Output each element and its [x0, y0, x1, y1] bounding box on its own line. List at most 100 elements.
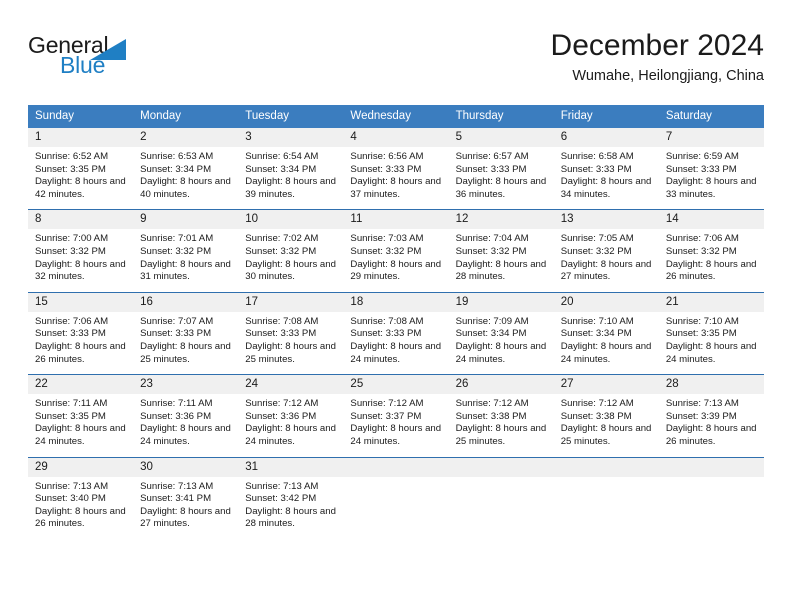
- calendar-day-cell[interactable]: 29 Sunrise: 7:13 AM Sunset: 3:40 PM Dayligh…: [28, 456, 134, 539]
- day-number: 28: [658, 375, 764, 395]
- day-details: Sunrise: 7:09 AM Sunset: 3:34 PM Daylight:…: [449, 312, 554, 374]
- sunrise-text: Sunrise: 7:09 AM: [455, 315, 529, 327]
- daylight-text: Daylight: 8 hours and 34 minutes.: [560, 176, 652, 200]
- day-number: 3: [238, 128, 344, 147]
- day-details: Sunrise: 7:02 AM Sunset: 3:32 PM Daylight:…: [238, 229, 343, 291]
- day-number: 24: [238, 375, 344, 395]
- day-number: 26: [448, 375, 554, 395]
- calendar-day-cell[interactable]: 25 Sunrise: 7:12 AM Sunset: 3:37 PM Dayligh…: [343, 374, 449, 457]
- day-details: Sunrise: 7:11 AM Sunset: 3:35 PM Daylight:…: [28, 394, 133, 456]
- day-details: Sunrise: 7:13 AM Sunset: 3:41 PM Daylight:…: [133, 477, 238, 539]
- sunrise-text: Sunrise: 7:12 AM: [455, 398, 529, 410]
- daylight-text: Daylight: 8 hours and 26 minutes.: [665, 423, 757, 447]
- sunset-text: Sunset: 3:39 PM: [665, 410, 737, 422]
- day-details: Sunrise: 7:08 AM Sunset: 3:33 PM Daylight:…: [238, 312, 343, 374]
- calendar-day-cell-empty: [553, 456, 659, 539]
- day-details: Sunrise: 7:10 AM Sunset: 3:34 PM Daylight:…: [554, 312, 659, 374]
- calendar-day-cell[interactable]: 21 Sunrise: 7:10 AM Sunset: 3:35 PM Dayligh…: [658, 291, 764, 375]
- day-details: Sunrise: 6:58 AM Sunset: 3:33 PM Daylight:…: [554, 147, 659, 209]
- daylight-text: Daylight: 8 hours and 25 minutes.: [245, 340, 336, 365]
- daylight-text: Daylight: 8 hours and 26 minutes.: [665, 258, 757, 283]
- calendar-day-cell[interactable]: 23 Sunrise: 7:11 AM Sunset: 3:36 PM Dayligh…: [133, 374, 239, 457]
- calendar-day-cell[interactable]: 5 Sunrise: 6:57 AM Sunset: 3:33 PM Daylight…: [448, 128, 554, 210]
- calendar-day-cell[interactable]: 31 Sunrise: 7:13 AM Sunset: 3:42 PM Dayligh…: [238, 456, 344, 539]
- calendar-day-cell[interactable]: 18 Sunrise: 7:08 AM Sunset: 3:33 PM Dayligh…: [343, 291, 449, 375]
- sunset-text: Sunset: 3:38 PM: [455, 410, 527, 422]
- sunset-text: Sunset: 3:32 PM: [140, 245, 212, 257]
- calendar-day-cell[interactable]: 9 Sunrise: 7:01 AM Sunset: 3:32 PM Daylight…: [133, 209, 239, 293]
- calendar-day-cell[interactable]: 17 Sunrise: 7:08 AM Sunset: 3:33 PM Dayligh…: [238, 291, 344, 375]
- day-number: 9: [133, 210, 239, 230]
- calendar-day-cell[interactable]: 10 Sunrise: 7:02 AM Sunset: 3:32 PM Dayligh…: [238, 209, 344, 293]
- calendar-day-cell[interactable]: 26 Sunrise: 7:12 AM Sunset: 3:38 PM Dayligh…: [448, 374, 554, 457]
- calendar-day-cell[interactable]: 28 Sunrise: 7:13 AM Sunset: 3:39 PM Dayligh…: [658, 374, 764, 457]
- sunrise-text: Sunrise: 6:57 AM: [455, 151, 529, 162]
- day-details: Sunrise: 7:00 AM Sunset: 3:32 PM Daylight:…: [28, 229, 133, 291]
- calendar-day-cell[interactable]: 11 Sunrise: 7:03 AM Sunset: 3:32 PM Dayligh…: [343, 209, 449, 293]
- day-details: Sunrise: 7:12 AM Sunset: 3:38 PM Daylight:…: [449, 394, 554, 456]
- day-number: 6: [553, 128, 659, 147]
- sunrise-text: Sunrise: 6:54 AM: [245, 151, 319, 162]
- page-title: December 2024: [550, 29, 764, 62]
- daylight-text: Daylight: 8 hours and 33 minutes.: [665, 176, 757, 200]
- day-details: Sunrise: 7:12 AM Sunset: 3:38 PM Daylight:…: [554, 394, 659, 456]
- calendar-day-cell[interactable]: 16 Sunrise: 7:07 AM Sunset: 3:33 PM Dayligh…: [133, 291, 239, 375]
- weekday-header-sunday: Sunday: [28, 105, 134, 128]
- day-details: [554, 477, 659, 539]
- day-number: 27: [553, 375, 659, 395]
- calendar-day-cell[interactable]: 15 Sunrise: 7:06 AM Sunset: 3:33 PM Dayligh…: [28, 291, 134, 375]
- daylight-text: Daylight: 8 hours and 36 minutes.: [455, 176, 547, 200]
- sunset-text: Sunset: 3:37 PM: [350, 410, 422, 422]
- day-number: 17: [238, 292, 344, 312]
- daylight-text: Daylight: 8 hours and 24 minutes.: [140, 423, 231, 447]
- calendar-day-cell[interactable]: 22 Sunrise: 7:11 AM Sunset: 3:35 PM Dayligh…: [28, 374, 134, 457]
- sunset-text: Sunset: 3:34 PM: [245, 163, 317, 175]
- day-number: 19: [448, 292, 554, 312]
- day-details: [659, 477, 764, 539]
- daylight-text: Daylight: 8 hours and 39 minutes.: [245, 176, 336, 200]
- calendar-day-cell[interactable]: 27 Sunrise: 7:12 AM Sunset: 3:38 PM Dayligh…: [553, 374, 659, 457]
- sunset-text: Sunset: 3:35 PM: [35, 163, 106, 175]
- day-number: 23: [133, 375, 239, 395]
- day-number: 11: [343, 210, 449, 230]
- daylight-text: Daylight: 8 hours and 25 minutes.: [455, 423, 547, 447]
- sunrise-text: Sunrise: 7:07 AM: [140, 315, 214, 327]
- daylight-text: Daylight: 8 hours and 26 minutes.: [35, 505, 126, 530]
- calendar-day-cell[interactable]: 20 Sunrise: 7:10 AM Sunset: 3:34 PM Dayligh…: [553, 291, 659, 375]
- sunrise-text: Sunrise: 7:12 AM: [350, 398, 424, 410]
- calendar-day-cell[interactable]: 24 Sunrise: 7:12 AM Sunset: 3:36 PM Dayligh…: [238, 374, 344, 457]
- calendar-day-cell[interactable]: 13 Sunrise: 7:05 AM Sunset: 3:32 PM Dayligh…: [553, 209, 659, 293]
- calendar-day-cell[interactable]: 30 Sunrise: 7:13 AM Sunset: 3:41 PM Dayligh…: [133, 456, 239, 539]
- calendar-day-cell[interactable]: 2 Sunrise: 6:53 AM Sunset: 3:34 PM Daylight…: [133, 128, 239, 210]
- calendar-day-cell[interactable]: 4 Sunrise: 6:56 AM Sunset: 3:33 PM Daylight…: [343, 128, 449, 210]
- sunset-text: Sunset: 3:33 PM: [140, 328, 212, 340]
- day-number: 2: [133, 128, 239, 147]
- calendar-day-cell[interactable]: 6 Sunrise: 6:58 AM Sunset: 3:33 PM Daylight…: [553, 128, 659, 210]
- calendar-week-row: 8 Sunrise: 7:00 AM Sunset: 3:32 PM Daylight…: [28, 209, 764, 293]
- logo-text-blue: Blue: [60, 52, 106, 78]
- calendar-day-cell[interactable]: 7 Sunrise: 6:59 AM Sunset: 3:33 PM Daylight…: [658, 128, 764, 210]
- sunrise-text: Sunrise: 7:08 AM: [245, 315, 319, 327]
- weekday-header-saturday: Saturday: [658, 105, 764, 128]
- weekday-header-thursday: Thursday: [448, 105, 554, 128]
- calendar-day-cell[interactable]: 3 Sunrise: 6:54 AM Sunset: 3:34 PM Daylight…: [238, 128, 344, 210]
- calendar-day-cell[interactable]: 8 Sunrise: 7:00 AM Sunset: 3:32 PM Daylight…: [28, 209, 134, 293]
- day-number: [658, 457, 764, 477]
- day-number: 20: [553, 292, 659, 312]
- calendar-day-cell[interactable]: 14 Sunrise: 7:06 AM Sunset: 3:32 PM Dayligh…: [658, 209, 764, 293]
- calendar-day-cell[interactable]: 19 Sunrise: 7:09 AM Sunset: 3:34 PM Dayligh…: [448, 291, 554, 375]
- calendar-day-cell[interactable]: 1 Sunrise: 6:52 AM Sunset: 3:35 PM Daylight…: [28, 128, 134, 210]
- day-number: 7: [658, 128, 764, 147]
- sunset-text: Sunset: 3:42 PM: [245, 493, 317, 505]
- day-details: Sunrise: 7:13 AM Sunset: 3:42 PM Daylight:…: [238, 477, 343, 539]
- calendar-week-row: 29 Sunrise: 7:13 AM Sunset: 3:40 PM Dayligh…: [28, 456, 764, 539]
- calendar-week-row: 22 Sunrise: 7:11 AM Sunset: 3:35 PM Dayligh…: [28, 374, 764, 457]
- day-number: 1: [28, 128, 134, 147]
- day-details: Sunrise: 7:08 AM Sunset: 3:33 PM Daylight:…: [343, 312, 448, 374]
- weekday-header-wednesday: Wednesday: [343, 105, 449, 128]
- sunrise-text: Sunrise: 7:06 AM: [35, 315, 109, 327]
- general-blue-logo[interactable]: General Blue: [28, 32, 158, 88]
- calendar-day-cell[interactable]: 12 Sunrise: 7:04 AM Sunset: 3:32 PM Dayligh…: [448, 209, 554, 293]
- sunrise-text: Sunrise: 7:10 AM: [560, 315, 634, 327]
- day-number: 22: [28, 375, 134, 395]
